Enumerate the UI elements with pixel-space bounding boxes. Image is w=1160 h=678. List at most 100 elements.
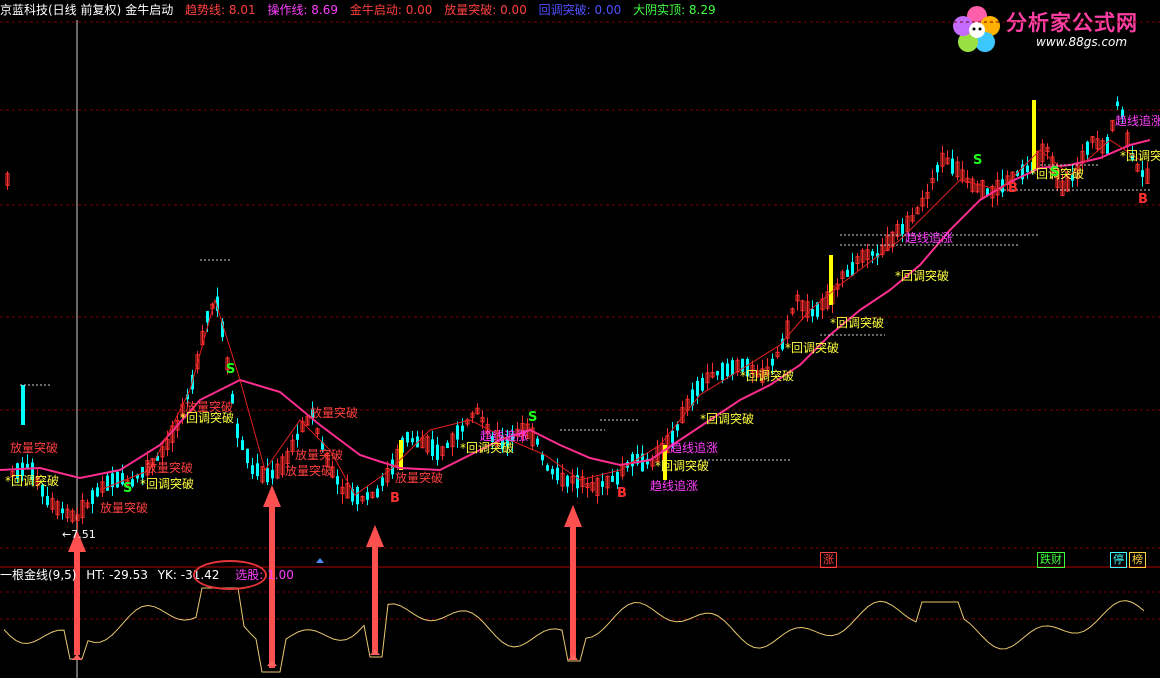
signal-annotation: *回调突破 [655,458,709,473]
candle-body-down [356,486,359,505]
candle-body-down [1106,136,1109,154]
candle-body-down [1086,141,1089,155]
candle-body-down [771,358,774,366]
highlight-candle [399,440,403,470]
candle-body-down [246,448,249,464]
signal-annotation: *回调突破 [785,340,839,355]
candle-body-down [461,425,464,432]
candle-body-down [951,158,954,174]
candle-body-down [1026,165,1029,173]
signal-arrow-icon [68,530,86,655]
candle-body-down [411,438,414,443]
candle-body-down [21,385,25,425]
sell-signal: S [123,481,132,496]
candle-body-down [701,377,704,391]
candle-body-down [236,423,239,439]
signal-annotation: 放量突破 [395,470,443,485]
highlight-candle [829,255,833,305]
candle-body-down [271,469,274,479]
sell-signal: S [528,410,537,425]
candle-body-down [871,251,874,256]
candle-body-down [556,467,559,481]
candle-body-down [206,311,209,323]
candle-body-down [731,360,734,375]
tag-halt: 停 [1110,552,1127,568]
candle-body-down [1141,170,1144,177]
candle-body-down [46,496,49,505]
signal-annotation: 放量突破 [145,460,193,475]
buy-signal: B [390,491,400,506]
candle-body-down [851,262,854,276]
small-arrow-icon [568,654,578,660]
buy-signal: B [1008,181,1018,196]
candle-body-down [551,468,554,475]
signal-annotation: 放量突破 [10,440,58,455]
candle-body-down [336,476,339,485]
signal-annotation: *回调突破 [180,410,234,425]
candle-body-down [256,463,259,477]
candle-body-down [546,465,549,471]
highlight-candle [1032,100,1036,170]
buy-signal: B [1138,192,1148,207]
candle-body-down [846,269,849,277]
candle-body-down [406,432,409,443]
signal-annotation: *回调突破 [140,476,194,491]
tag-list: 榜 [1129,552,1146,568]
signal-annotation: *回调突破 [460,440,514,455]
candle-body-down [716,371,719,376]
candle-body-down [366,492,369,500]
candle-body-down [936,164,939,173]
candle-body-down [106,475,109,491]
candle-body-down [726,363,729,377]
candle-body-down [431,439,434,457]
candle-body-down [296,433,299,440]
low-price-label: ←7.51 [62,528,96,541]
candle-body-down [901,224,904,234]
marker-arrow-icon [316,558,324,563]
candle-body-down [116,471,119,488]
signal-annotation: *回调突破 [5,473,59,488]
signal-annotation: 放量突破 [100,500,148,515]
candle-body-down [266,468,269,483]
candle-body-down [611,475,614,482]
tag-rise: 涨 [820,552,837,568]
candle-body-down [251,465,254,475]
sub-indicator-name[interactable]: 一根金线(9,5) [0,566,76,584]
signal-annotation: *回调突破 [740,368,794,383]
small-arrow-icon [370,649,380,655]
candle-body-down [696,380,699,396]
sell-signal: S [226,362,235,377]
candle-body-down [721,362,724,381]
signal-arrow-icon [564,505,582,657]
candle-body-down [446,442,449,449]
ht-value: HT: -29.53 [86,568,148,582]
signal-annotation: 放量突破 [295,447,343,462]
signal-annotation: *回调突破 [830,315,884,330]
candle-body-down [541,454,544,461]
signal-annotation: 趋线追涨 [1115,113,1160,128]
candle-body-down [676,424,679,431]
pick-highlight-circle [193,560,267,590]
signal-annotation: *回调突破 [1120,148,1160,163]
candle-body-down [61,508,64,514]
candle-body-down [1116,101,1119,107]
signal-annotation: 放量突破 [310,405,358,420]
small-arrow-icon [267,660,277,666]
candle-body-down [616,471,619,485]
signal-annotation: *回调突破 [895,268,949,283]
sell-signal: S [1050,165,1059,180]
candle-body-down [631,454,634,467]
candle-body-down [241,440,244,450]
candle-body-down [601,481,604,487]
candle-body-down [376,488,379,498]
buy-signal: B [617,486,627,501]
candle-body-down [91,490,94,504]
sell-signal: S [973,153,982,168]
candle-body-down [381,477,384,486]
tag-fall-wealth: 跌财 [1037,552,1065,568]
candle-body-down [536,438,539,445]
candle-body-down [436,444,439,460]
candle-body-down [811,309,814,317]
candle-body-down [96,487,99,497]
signal-annotation: 放量突破 [285,463,333,478]
